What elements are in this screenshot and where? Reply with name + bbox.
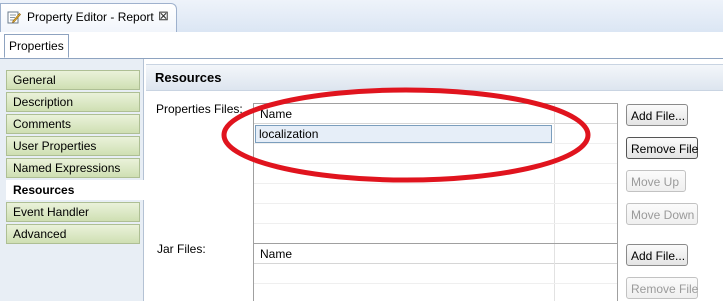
category-list: General Description Comments User Proper…	[0, 59, 144, 301]
add-file-button[interactable]: Add File...	[626, 104, 688, 126]
properties-tab-bar: Properties	[0, 32, 723, 59]
jar-add-file-button[interactable]: Add File...	[626, 244, 688, 266]
editor-tab-property-editor[interactable]: Property Editor - Report ⊠	[0, 3, 177, 32]
table-header: Name	[254, 104, 617, 124]
sidebar-item-event-handler[interactable]: Event Handler	[6, 202, 140, 222]
section-title: Resources	[155, 70, 222, 85]
table-row-empty	[254, 264, 617, 284]
table-row-empty	[254, 284, 617, 301]
table-row-empty	[254, 164, 617, 184]
sidebar-item-comments[interactable]: Comments	[6, 114, 140, 134]
table-cell-name[interactable]: localization	[255, 125, 552, 143]
table-row[interactable]: localization	[254, 124, 617, 144]
tab-properties[interactable]: Properties	[4, 34, 69, 58]
sidebar-item-general[interactable]: General	[6, 70, 140, 90]
table-row-empty	[254, 144, 617, 164]
close-icon[interactable]: ⊠	[158, 9, 169, 23]
table-header: Name	[254, 244, 617, 264]
column-header-name[interactable]: Name	[260, 107, 292, 121]
properties-files-label: Properties Files:	[156, 102, 243, 116]
sidebar-item-named-expressions[interactable]: Named Expressions	[6, 158, 140, 178]
property-editor-icon	[7, 10, 21, 24]
remove-file-button[interactable]: Remove File	[626, 137, 698, 159]
jar-files-table[interactable]: Name	[253, 243, 618, 301]
table-row-empty	[254, 224, 617, 244]
sidebar-item-user-properties[interactable]: User Properties	[6, 136, 140, 156]
move-up-button[interactable]: Move Up	[626, 170, 686, 192]
sidebar-item-description[interactable]: Description	[6, 92, 140, 112]
editor-tab-title: Property Editor - Report	[27, 10, 154, 24]
sidebar-item-advanced[interactable]: Advanced	[6, 224, 140, 244]
move-down-button[interactable]: Move Down	[626, 203, 698, 225]
sidebar-item-resources[interactable]: Resources	[6, 180, 144, 200]
table-row-empty	[254, 184, 617, 204]
jar-remove-file-button[interactable]: Remove File	[626, 277, 698, 299]
section-header: Resources	[146, 64, 723, 91]
table-row-empty	[254, 204, 617, 224]
resources-panel: Resources Properties Files: Name localiz…	[144, 59, 723, 301]
property-editor-window: Property Editor - Report ⊠ Properties Ge…	[0, 0, 723, 301]
jar-files-label: Jar Files:	[157, 242, 206, 256]
column-header-name[interactable]: Name	[260, 247, 292, 261]
editor-tab-bar: Property Editor - Report ⊠	[0, 0, 723, 33]
